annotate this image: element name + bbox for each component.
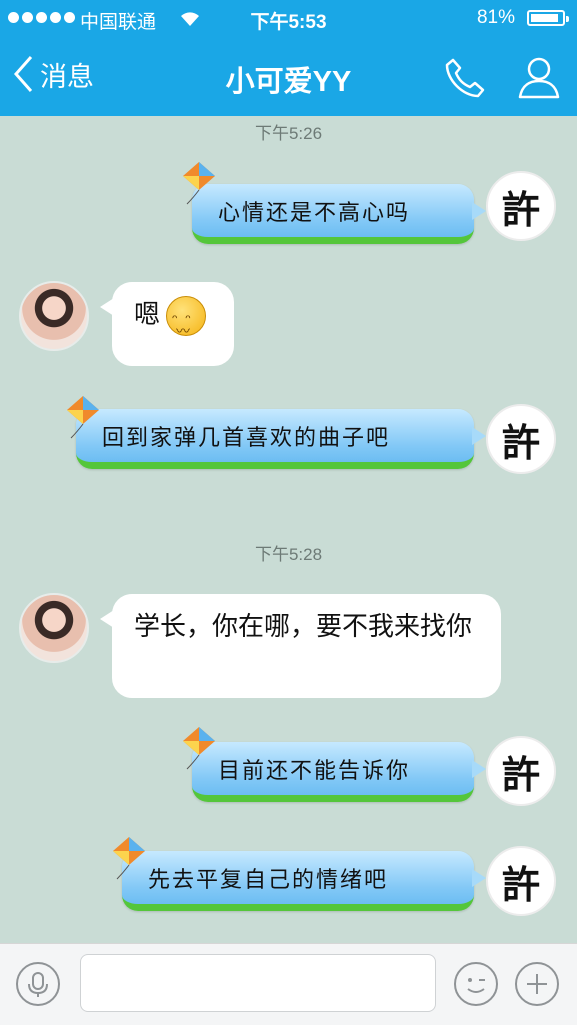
seal-glyph: 許	[501, 861, 540, 907]
seal-glyph: 許	[501, 186, 540, 232]
input-bar	[0, 943, 577, 1025]
nav-bar: 消息 小可爱YY	[0, 38, 577, 116]
more-button[interactable]	[515, 962, 559, 1006]
timestamp: 下午5:28	[254, 545, 323, 564]
kite-icon	[113, 837, 145, 880]
message-bubble-received[interactable]: 嗯	[100, 282, 234, 366]
kite-icon	[67, 396, 99, 439]
battery-percent: 81%	[476, 7, 515, 28]
message-bubble-sent[interactable]: 回到家弹几首喜欢的曲子吧	[76, 409, 486, 469]
contact-avatar[interactable]	[19, 593, 89, 663]
timestamp: 下午5:26	[254, 124, 323, 143]
top-bar: 中国联通 下午5:53 81% 消息 小可爱YY	[0, 0, 577, 116]
status-bar: 中国联通 下午5:53 81%	[0, 0, 577, 38]
my-avatar[interactable]: 許	[486, 846, 556, 916]
wink-face-icon	[467, 978, 485, 993]
my-avatar[interactable]: 許	[486, 171, 556, 241]
kite-icon	[183, 727, 215, 770]
message-bubble-sent[interactable]: 先去平复自己的情绪吧	[122, 851, 486, 911]
worried-face-emoji-icon	[166, 296, 207, 349]
contact-avatar[interactable]	[19, 281, 89, 351]
message-input[interactable]	[80, 954, 436, 1012]
message-bubble-sent[interactable]: 心情还是不高心吗	[192, 184, 486, 244]
message-text: 心情还是不高心吗	[218, 200, 411, 226]
plus-icon	[527, 974, 547, 994]
profile-icon[interactable]	[516, 54, 562, 100]
message-bubble-sent[interactable]: 目前还不能告诉你	[192, 742, 486, 802]
message-text: 回到家弹几首喜欢的曲子吧	[102, 425, 391, 451]
phone-icon[interactable]	[443, 56, 487, 100]
microphone-icon	[28, 972, 48, 997]
my-avatar[interactable]: 許	[486, 404, 556, 474]
message-text: 学长，你在哪，要不我来找你	[134, 611, 473, 641]
voice-button[interactable]	[16, 962, 60, 1006]
chat-title: 小可爱YY	[225, 66, 352, 98]
emoji-button[interactable]	[454, 962, 498, 1006]
battery-icon	[527, 10, 569, 26]
my-avatar[interactable]: 許	[486, 736, 556, 806]
seal-glyph: 許	[501, 751, 540, 797]
message-text: 目前还不能告诉你	[218, 758, 411, 784]
message-text: 嗯	[134, 299, 161, 329]
seal-glyph: 許	[501, 419, 540, 465]
message-text: 先去平复自己的情绪吧	[148, 867, 389, 893]
message-bubble-received[interactable]: 学长，你在哪，要不我来找你	[100, 594, 501, 698]
kite-icon	[183, 162, 215, 205]
